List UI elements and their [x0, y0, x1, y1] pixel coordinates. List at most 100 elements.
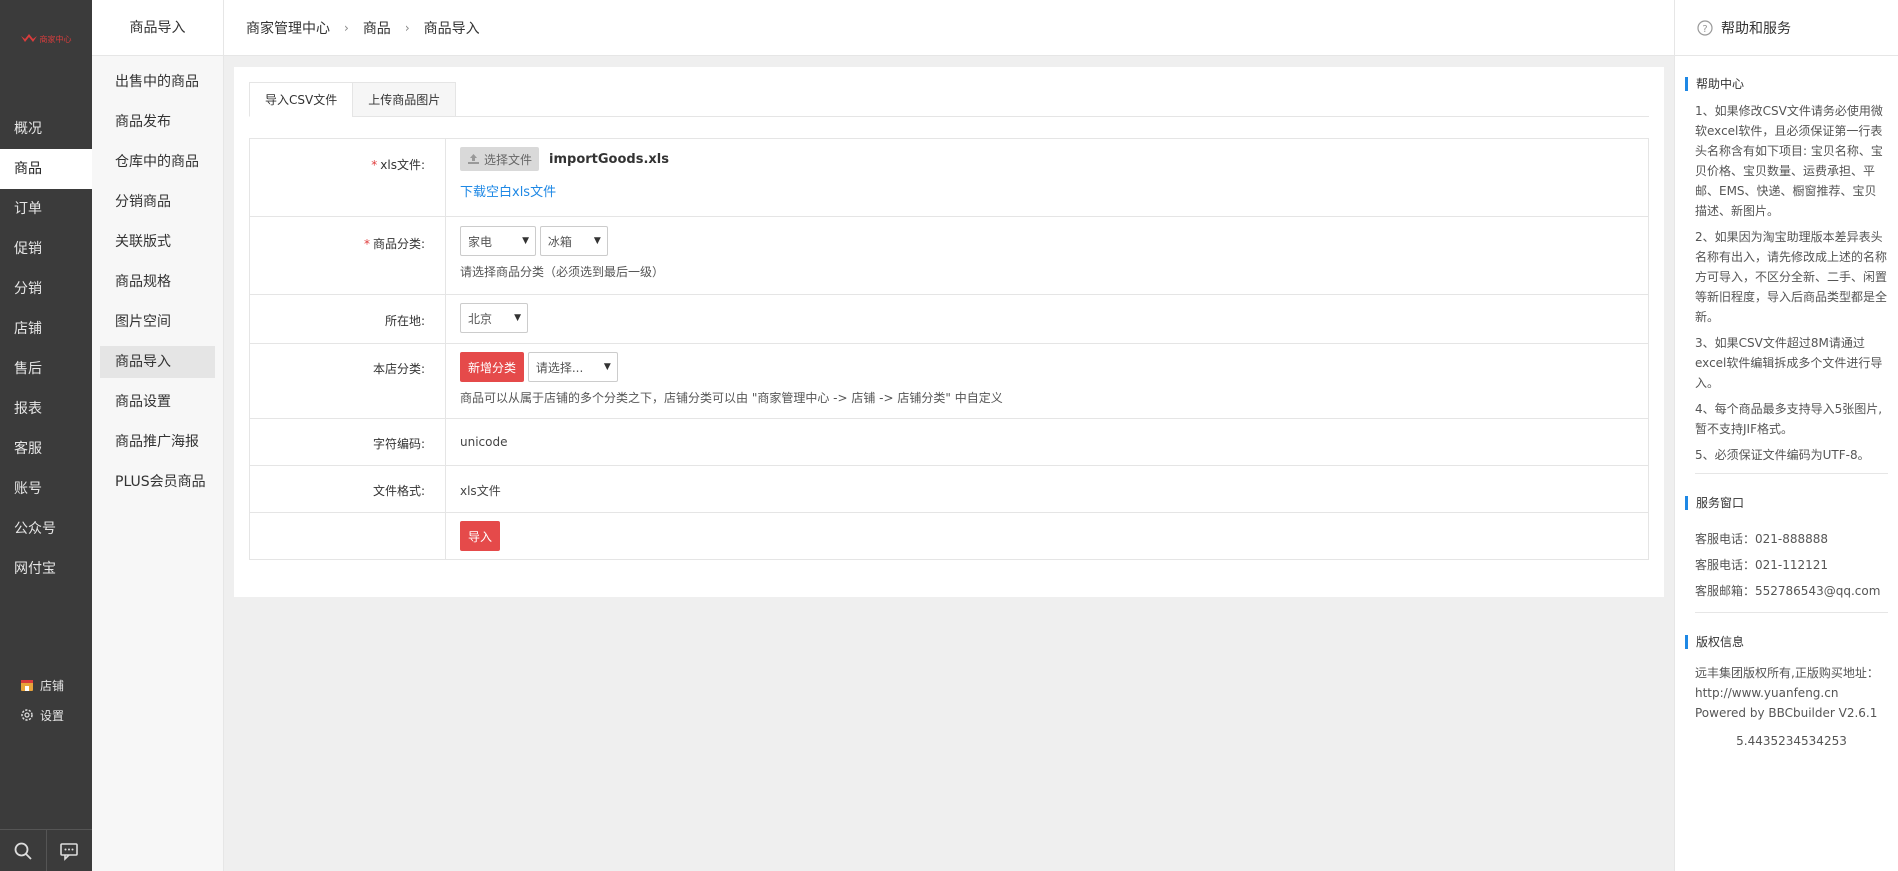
dropdown-arrow-icon: ▼ — [522, 236, 529, 246]
form-row-submit: 导入 — [249, 512, 1649, 560]
category-select-level2-value: 冰箱 — [547, 234, 572, 249]
main-panel: 导入CSV文件 上传商品图片 * xls文件: 选择文件 importGoods.… — [234, 67, 1664, 597]
choose-file-button[interactable]: 选择文件 — [460, 147, 540, 171]
logo-icon — [20, 34, 37, 42]
sub-item-warehouse[interactable]: 仓库中的商品 — [100, 146, 215, 178]
category-select-level1-value: 家电 — [468, 234, 493, 249]
submit-label-cell — [249, 512, 446, 560]
category-select-level2[interactable]: 冰箱 ▼ — [539, 226, 608, 256]
encoding-label-cell: 字符编码: — [249, 418, 446, 466]
format-value: xls文件 — [460, 484, 501, 498]
nav-item-aftersale[interactable]: 售后 — [0, 349, 92, 389]
form-row-encoding: 字符编码: unicode — [249, 418, 1649, 466]
nav-item-distribution[interactable]: 分销 — [0, 269, 92, 309]
nav-item-promotion[interactable]: 促销 — [0, 229, 92, 269]
help-center-item: 5、必须保证文件编码为UTF-8。 — [1695, 448, 1870, 462]
shop-link[interactable]: 店铺 — [20, 670, 64, 700]
choose-file-label: 选择文件 — [484, 152, 533, 167]
nav-item-shop[interactable]: 店铺 — [0, 309, 92, 349]
help-center-title: 帮助中心 — [1685, 77, 1898, 91]
download-template-link[interactable]: 下载空白xls文件 — [460, 181, 556, 200]
nav-item-overview[interactable]: 概况 — [0, 109, 92, 149]
settings-link[interactable]: 设置 — [20, 700, 64, 730]
nav-item-goods[interactable]: 商品 — [0, 149, 92, 189]
service-window-body: 客服电话：021-888888 客服电话：021-112121 客服邮箱：552… — [1675, 526, 1898, 604]
encoding-value-cell: unicode — [445, 418, 1649, 466]
help-title: 帮助和服务 — [1721, 20, 1791, 37]
dropdown-arrow-icon: ▼ — [603, 362, 611, 372]
help-panel: ? 帮助和服务 帮助中心 1、如果修改CSV文件请务必使用微软excel软件，且… — [1674, 0, 1898, 871]
dropdown-arrow-icon: ▼ — [593, 236, 601, 246]
shop-category-select[interactable]: 请选择... ▼ — [527, 352, 618, 382]
category-select-level1[interactable]: 家电 ▼ — [460, 226, 536, 256]
location-value-cell: 北京 ▼ — [445, 294, 1649, 344]
nav-item-account[interactable]: 账号 — [0, 469, 92, 509]
gear-icon — [21, 709, 33, 721]
import-button[interactable]: 导入 — [460, 521, 501, 551]
shop-category-label-cell: 本店分类: — [249, 343, 446, 419]
shop-category-label: 本店分类: — [372, 362, 425, 376]
form-row-category: * 商品分类: 家电 ▼ 冰箱 ▼ 请选择商品分类（必须选到最后一级） — [249, 216, 1649, 295]
copyright-body: 远丰集团版权所有,正版购买地址：http://www.yuanfeng.cn P… — [1675, 663, 1898, 751]
shop-category-select-value: 请选择... — [535, 360, 584, 375]
nav-item-wangfubao[interactable]: 网付宝 — [0, 549, 92, 589]
category-value-cell: 家电 ▼ 冰箱 ▼ 请选择商品分类（必须选到最后一级） — [445, 216, 1649, 295]
service-window-title: 服务窗口 — [1685, 496, 1898, 510]
add-category-button[interactable]: 新增分类 — [460, 352, 525, 382]
nav-footer — [0, 829, 92, 871]
location-select[interactable]: 北京 ▼ — [460, 303, 528, 333]
shop-category-value-cell: 新增分类 请选择... ▼ 商品可以从属于店铺的多个分类之下，店铺分类可以由 "商… — [445, 343, 1649, 419]
category-label: 商品分类: — [372, 237, 425, 251]
dropdown-arrow-icon: ▼ — [514, 313, 521, 323]
sub-nav-title: 商品导入 — [92, 0, 223, 56]
breadcrumb-separator: › — [344, 20, 349, 35]
form-row-location: 所在地: 北京 ▼ — [249, 294, 1649, 344]
shop-category-hint: 商品可以从属于店铺的多个分类之下，店铺分类可以由 "商家管理中心 -> 店铺 -… — [460, 391, 1003, 405]
divider — [1695, 473, 1888, 474]
main-nav-list: 概况 商品 订单 促销 分销 店铺 售后 报表 客服 账号 公众号 网付宝 — [0, 109, 92, 589]
sub-item-image-space[interactable]: 图片空间 — [100, 306, 215, 338]
shop-icon — [21, 680, 33, 691]
service-phone-2: 客服电话：021-112121 — [1695, 558, 1829, 572]
category-label-cell: * 商品分类: — [249, 216, 446, 295]
chat-icon — [60, 842, 79, 861]
sub-item-specs[interactable]: 商品规格 — [100, 266, 215, 298]
help-center-item: 4、每个商品最多支持导入5张图片,暂不支持JIF格式。 — [1695, 402, 1883, 436]
required-mark: * — [363, 237, 370, 251]
sub-item-settings[interactable]: 商品设置 — [100, 386, 215, 418]
encoding-value: unicode — [460, 435, 508, 449]
logo[interactable]: 商家中心 — [0, 0, 92, 78]
sub-item-on-sale[interactable]: 出售中的商品 — [100, 66, 215, 98]
nav-item-service[interactable]: 客服 — [0, 429, 92, 469]
sub-item-import[interactable]: 商品导入 — [100, 346, 215, 378]
nav-item-reports[interactable]: 报表 — [0, 389, 92, 429]
format-label: 文件格式: — [372, 484, 425, 498]
sub-item-distribution-goods[interactable]: 分销商品 — [100, 186, 215, 218]
sub-item-plus[interactable]: PLUS会员商品 — [100, 466, 215, 498]
breadcrumb-item-merchant-center[interactable]: 商家管理中心 — [246, 18, 330, 38]
format-label-cell: 文件格式: — [249, 465, 446, 513]
copyright-text: 远丰集团版权所有,正版购买地址：http://www.yuanfeng.cn — [1695, 666, 1879, 700]
sub-item-poster[interactable]: 商品推广海报 — [100, 426, 215, 458]
sub-nav: 商品导入 出售中的商品 商品发布 仓库中的商品 分销商品 关联版式 商品规格 图… — [92, 0, 224, 871]
tabs: 导入CSV文件 上传商品图片 — [249, 67, 1649, 117]
upload-icon — [468, 154, 479, 164]
divider — [1695, 612, 1888, 613]
nav-item-official-account[interactable]: 公众号 — [0, 509, 92, 549]
breadcrumb-item-goods[interactable]: 商品 — [363, 18, 391, 38]
sub-item-related-layout[interactable]: 关联版式 — [100, 226, 215, 258]
chat-button[interactable] — [45, 830, 93, 871]
tab-import-csv[interactable]: 导入CSV文件 — [249, 82, 354, 117]
sub-item-publish[interactable]: 商品发布 — [100, 106, 215, 138]
nav-item-orders[interactable]: 订单 — [0, 189, 92, 229]
category-hint: 请选择商品分类（必须选到最后一级） — [460, 265, 665, 279]
tab-upload-images[interactable]: 上传商品图片 — [352, 82, 457, 117]
form-row-format: 文件格式: xls文件 — [249, 465, 1649, 513]
service-email: 客服邮箱：552786543@qq.com — [1695, 584, 1881, 598]
help-center-body: 1、如果修改CSV文件请务必使用微软excel软件，且必须保证第一行表头名称含有… — [1675, 101, 1898, 465]
import-form: * xls文件: 选择文件 importGoods.xls 下载空白xls文件 *… — [249, 138, 1649, 560]
search-button[interactable] — [0, 830, 46, 871]
logo-text: 商家中心 — [39, 34, 72, 44]
svg-text:?: ? — [1702, 24, 1707, 35]
location-label-cell: 所在地: — [249, 294, 446, 344]
